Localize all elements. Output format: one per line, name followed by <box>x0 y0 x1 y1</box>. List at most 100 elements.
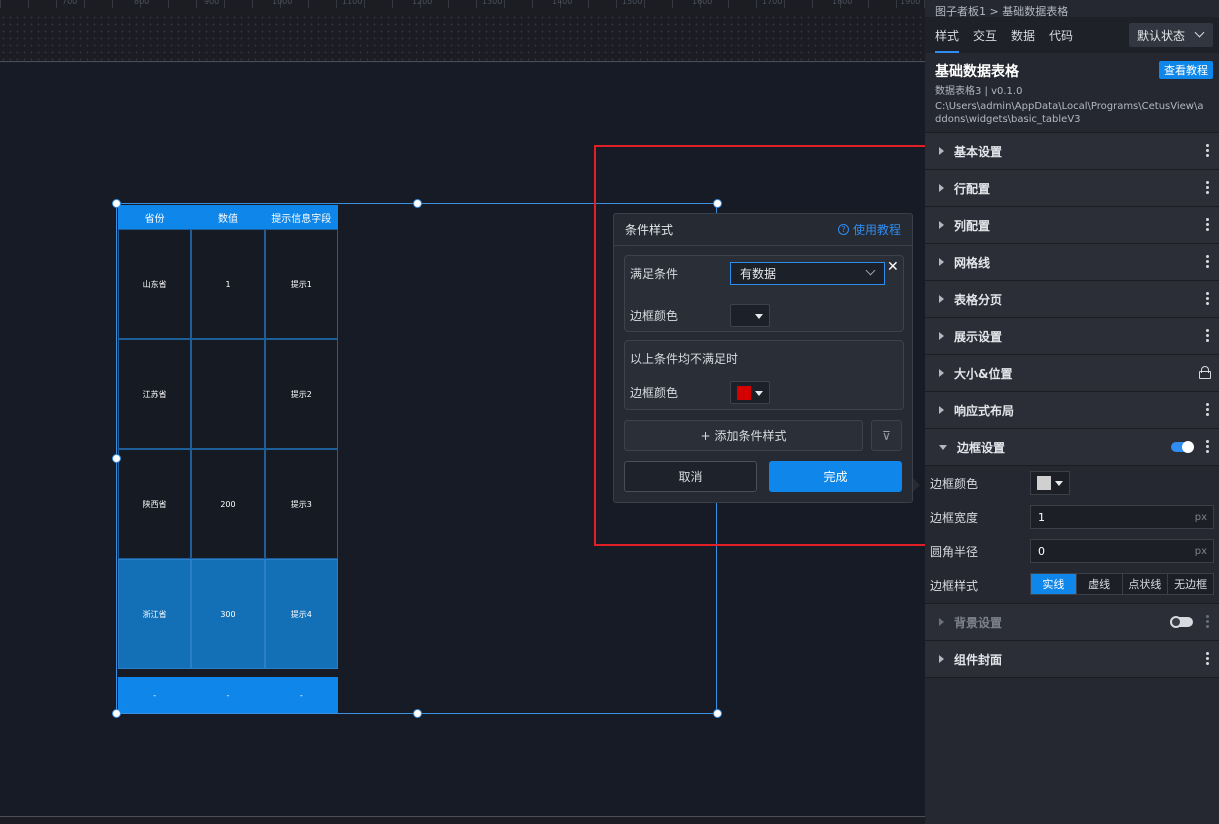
lock-icon[interactable] <box>1199 366 1211 379</box>
section-background[interactable]: 背景设置 <box>925 604 1219 641</box>
caret-right-icon <box>939 618 944 626</box>
section-cover[interactable]: 组件封面 <box>925 641 1219 678</box>
section-label: 基本设置 <box>954 144 1003 159</box>
view-tutorial-button[interactable]: 查看教程 <box>1159 61 1213 79</box>
ruler-label: 1000 <box>272 0 293 6</box>
more-icon[interactable] <box>1206 329 1209 342</box>
resize-handle-bottom-right[interactable] <box>713 709 722 718</box>
section-label: 响应式布局 <box>954 403 1015 418</box>
more-icon[interactable] <box>1206 255 1209 268</box>
resize-handle-left[interactable] <box>112 454 121 463</box>
tab-interaction[interactable]: 交互 <box>973 17 997 53</box>
widget-info: 基础数据表格 数据表格3 | v0.1.0 C:\Users\admin\App… <box>925 53 1219 133</box>
resize-handle-top-left[interactable] <box>112 199 121 208</box>
caret-right-icon <box>939 258 944 266</box>
panel-tabs: 样式 交互 数据 代码 默认状态 <box>925 17 1219 53</box>
section-responsive[interactable]: 响应式布局 <box>925 392 1219 429</box>
ruler-label: 1400 <box>552 0 573 6</box>
breadcrumb: 图子者板1 > 基础数据表格 <box>935 5 1069 17</box>
section-pagination[interactable]: 表格分页 <box>925 281 1219 318</box>
section-gridlines[interactable]: 网格线 <box>925 244 1219 281</box>
ruler-label: 1100 <box>342 0 363 6</box>
border-width-value: 1 <box>1038 510 1045 524</box>
border-width-input[interactable]: 1 px <box>1030 505 1214 529</box>
caret-right-icon <box>939 184 944 192</box>
state-select-value: 默认状态 <box>1137 28 1186 43</box>
border-width-label: 边框宽度 <box>930 511 979 525</box>
ruler-label: 1200 <box>412 0 433 6</box>
section-size-position[interactable]: 大小&位置 <box>925 355 1219 392</box>
more-icon[interactable] <box>1206 292 1209 305</box>
border-color-picker[interactable] <box>1030 471 1070 495</box>
resize-handle-top[interactable] <box>413 199 422 208</box>
border-settings-body: 边框颜色 边框宽度 1 px 圆角半径 0 px 边框样式 实线 虚线 点状线 … <box>925 466 1219 604</box>
border-style-dashed[interactable]: 虚线 <box>1075 574 1122 594</box>
highlight-frame <box>594 145 935 546</box>
more-icon[interactable] <box>1206 403 1209 416</box>
section-label: 列配置 <box>954 218 991 233</box>
tab-style[interactable]: 样式 <box>935 17 960 53</box>
tab-data[interactable]: 数据 <box>1011 17 1035 53</box>
border-style-solid[interactable]: 实线 <box>1031 574 1076 594</box>
section-label: 背景设置 <box>954 615 1003 630</box>
ruler-dot-grid <box>0 14 925 62</box>
section-label: 边框设置 <box>957 440 1006 455</box>
section-label: 网格线 <box>954 255 991 270</box>
more-icon[interactable] <box>1206 615 1209 628</box>
background-toggle[interactable] <box>1170 616 1193 628</box>
state-select[interactable]: 默认状态 <box>1129 23 1213 47</box>
caret-right-icon <box>939 406 944 414</box>
ruler-label: 1500 <box>622 0 643 6</box>
more-icon[interactable] <box>1206 440 1209 453</box>
tab-code[interactable]: 代码 <box>1049 17 1073 53</box>
caret-right-icon <box>939 655 944 663</box>
caret-right-icon <box>939 295 944 303</box>
bottom-scrollbar[interactable] <box>0 816 925 824</box>
corner-radius-input[interactable]: 0 px <box>1030 539 1214 563</box>
caret-right-icon <box>939 332 944 340</box>
section-row-config[interactable]: 行配置 <box>925 170 1219 207</box>
section-basic[interactable]: 基本设置 <box>925 133 1219 170</box>
section-border[interactable]: 边框设置 <box>925 429 1219 466</box>
ruler-label: 1900 <box>900 0 921 6</box>
ruler-label: 1800 <box>832 0 853 6</box>
unit-label: px <box>1194 545 1207 557</box>
unit-label: px <box>1194 511 1207 523</box>
section-label: 展示设置 <box>954 329 1003 344</box>
resize-handle-bottom[interactable] <box>413 709 422 718</box>
border-style-label: 边框样式 <box>930 579 979 593</box>
more-icon[interactable] <box>1206 652 1209 665</box>
section-display[interactable]: 展示设置 <box>925 318 1219 355</box>
corner-radius-label: 圆角半径 <box>930 545 979 559</box>
caret-down-icon <box>939 444 947 450</box>
border-style-none[interactable]: 无边框 <box>1167 574 1213 594</box>
more-icon[interactable] <box>1206 144 1209 157</box>
ruler-label: 900 <box>204 0 220 6</box>
top-ruler: 700 800 900 1000 1100 1200 1300 1400 150… <box>0 0 925 62</box>
widget-path: C:\Users\admin\AppData\Local\Programs\Ce… <box>935 101 1204 125</box>
caret-right-icon <box>939 221 944 229</box>
toggle-knob <box>1170 616 1182 628</box>
border-color-label: 边框颜色 <box>930 477 979 491</box>
section-column-config[interactable]: 列配置 <box>925 207 1219 244</box>
ruler-label: 700 <box>62 0 78 6</box>
border-toggle[interactable] <box>1171 441 1194 453</box>
resize-handle-bottom-left[interactable] <box>112 709 121 718</box>
property-panel: 图子者板1 > 基础数据表格 样式 交互 数据 代码 默认状态 基础数据表格 数… <box>925 0 1219 824</box>
border-style-dotted[interactable]: 点状线 <box>1121 574 1168 594</box>
ruler-label: 1700 <box>762 0 783 6</box>
section-label: 大小&位置 <box>954 366 1013 381</box>
more-icon[interactable] <box>1206 218 1209 231</box>
section-label: 行配置 <box>954 181 991 196</box>
caret-right-icon <box>939 369 944 377</box>
border-style-segmented: 实线 虚线 点状线 无边框 <box>1030 573 1214 595</box>
toggle-knob <box>1182 441 1194 453</box>
color-swatch <box>1037 476 1051 490</box>
ruler-label: 1600 <box>692 0 713 6</box>
more-icon[interactable] <box>1206 181 1209 194</box>
caret-right-icon <box>939 147 944 155</box>
editor-root: 700 800 900 1000 1100 1200 1300 1400 150… <box>0 0 1219 824</box>
widget-version: 数据表格3 | v0.1.0 <box>935 86 1023 97</box>
ruler-label: 800 <box>134 0 150 6</box>
corner-radius-value: 0 <box>1038 544 1045 558</box>
